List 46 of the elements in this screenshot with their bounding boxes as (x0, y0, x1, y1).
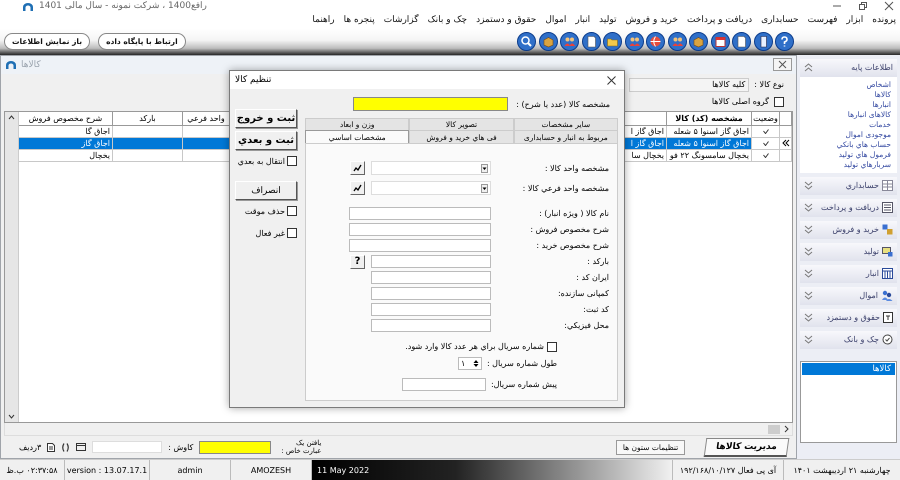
field-label: مشخصه واحد کالا : (544, 164, 609, 172)
field-label: ایران کد : (575, 273, 609, 282)
field-label: کاوش : (168, 442, 194, 452)
checkbox-label: انتقال به بعدي (238, 156, 285, 166)
field-label: شرح مخصوص خرید : (535, 241, 609, 250)
group-title: حسابداري (846, 181, 879, 190)
field-label: پیش شماره سریال: (490, 380, 557, 389)
group-title: خرید و فروش (832, 225, 879, 234)
field-label: کد ثبت: (582, 305, 609, 314)
column-header: وضعیت (752, 112, 780, 126)
table-cell: یخچال (19, 150, 113, 162)
dialog-title: تنظیم کالا (235, 75, 272, 85)
group-title: چک و بانک (844, 335, 879, 344)
group-title: تولید (864, 247, 879, 256)
group-title: حقوق و دستمزد (826, 313, 880, 322)
ip-label: آی پی فعال ۱۹۲/۱۶۸/۱۰/۱۲۷ (673, 460, 784, 480)
group-title: دریافت و پرداخت (821, 203, 879, 212)
checkbox-label: گروه اصلی کالاها (712, 97, 769, 106)
checkbox-label: حذف موقت (244, 206, 285, 216)
field-label: طول شماره سریال : (486, 359, 557, 368)
row-count: ۳ردیف (19, 442, 42, 452)
group-title: انبار (866, 269, 879, 278)
version-label: version : 13.07.17.1 (65, 460, 150, 480)
user-label: admin (150, 460, 231, 480)
table-cell: یخچال سامسونگ ۲۲ فو (667, 150, 752, 162)
field-label: محل فیزیکي: (563, 321, 609, 330)
group-title: اموال (859, 291, 878, 300)
column-header: شرح مخصوص فروش (19, 112, 113, 126)
field-label: نام کالا ( ویژه انبار) : (538, 209, 609, 218)
date-label: چهارشنبه ۲۱ اردیبهشت ۱۴۰۱ (792, 464, 892, 477)
field-label: مشخصه واحد فرعي کالا : (522, 184, 609, 192)
column-header: بارکد (113, 112, 183, 126)
field-label: بارکد : (586, 257, 609, 266)
field-label: نوع کالا : (754, 80, 784, 90)
window-title: کالاها (21, 60, 41, 70)
group-title: اطلاعات پایه (851, 63, 893, 72)
date-label: 11 May 2022 (312, 460, 673, 480)
clock: ۰۲:۳۷:۵۸ ب.ظ (0, 460, 65, 480)
table-cell: اجاق گاز (19, 138, 113, 150)
field-label: شرح مخصوص فروش : (529, 225, 609, 234)
checkbox-label: شماره سریال براي هر عدد کالا وارد شود. (405, 342, 544, 351)
column-header: مشخصه (کد) کالا (667, 112, 752, 126)
field-label: مشخصه کالا (عدد یا شرح) : (516, 100, 610, 108)
window-title: رافع1400 ، شرکت نمونه - سال مالی 1401 (39, 1, 207, 12)
checkbox-label: غیر فعال (256, 228, 285, 238)
field-label: کمپانی سازنده: (556, 289, 609, 298)
